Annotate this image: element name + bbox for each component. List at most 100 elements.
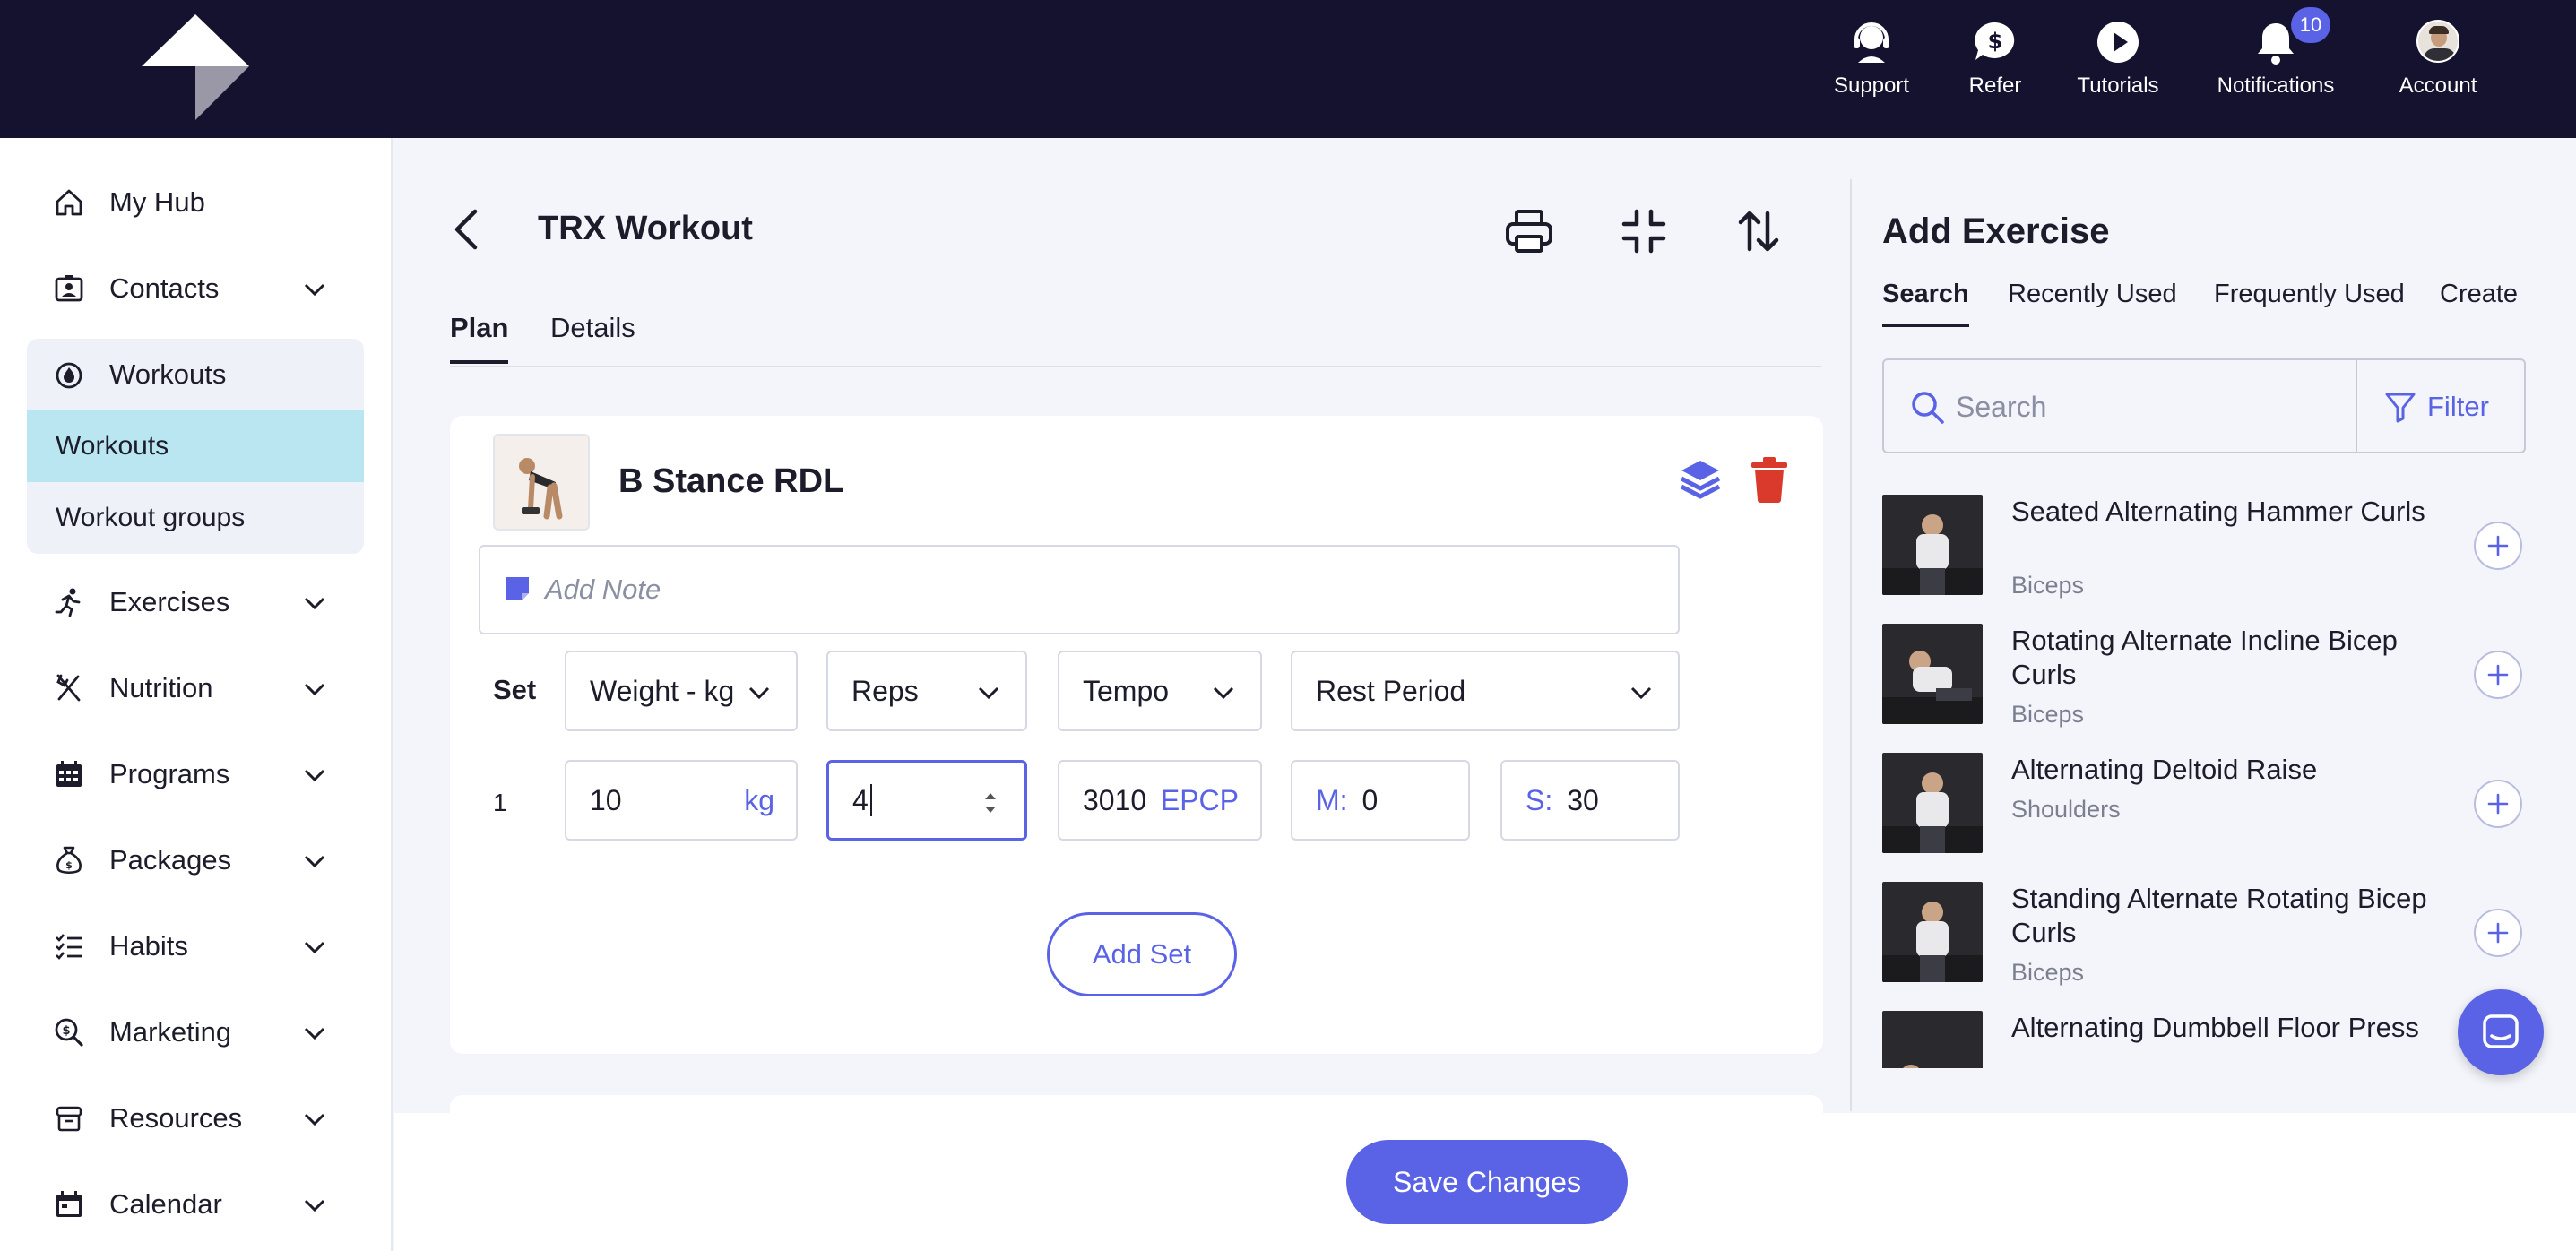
list-item[interactable]: Standing Alternate Rotating Bicep Curls … [1882, 882, 2546, 1011]
sidebar-item-nutrition[interactable]: Nutrition [27, 656, 364, 720]
filter-icon[interactable] [2384, 391, 2416, 423]
trash-icon[interactable] [1748, 455, 1791, 504]
notifications-nav[interactable]: 10 Notifications [2216, 7, 2336, 99]
tempo-select[interactable]: Tempo [1058, 651, 1262, 731]
support-nav[interactable]: Support [1809, 20, 1934, 99]
footer-bar: Save Changes [394, 1113, 2576, 1251]
account-nav[interactable]: Account [2375, 20, 2501, 99]
tutorials-nav[interactable]: Tutorials [2055, 20, 2181, 99]
archive-icon [56, 1106, 82, 1132]
add-exercise-button[interactable] [2474, 651, 2522, 699]
checklist-icon [56, 934, 82, 960]
select-value: Tempo [1083, 674, 1170, 707]
select-value: Weight - kg [590, 674, 735, 707]
weight-unit-select[interactable]: Weight - kg [565, 651, 798, 731]
svg-text:$: $ [62, 1024, 70, 1038]
sidebar-subitem-workouts[interactable]: Workouts [27, 410, 364, 482]
tab-recently-used[interactable]: Recently Used [2008, 280, 2177, 324]
reps-input[interactable]: 4 [826, 760, 1027, 841]
add-exercise-panel: Add Exercise Search Recently Used Freque… [1850, 179, 2576, 1111]
sidebar-item-my-hub[interactable]: My Hub [27, 170, 364, 235]
sidebar-item-workouts[interactable]: Workouts [27, 342, 364, 407]
add-exercise-button[interactable] [2474, 522, 2522, 570]
seconds-label: S: [1526, 783, 1553, 816]
sidebar-item-label: Contacts [109, 272, 220, 304]
tab-frequently-used[interactable]: Frequently Used [2214, 280, 2405, 324]
add-exercise-button[interactable] [2474, 780, 2522, 828]
sidebar-subitem-label: Workouts [56, 431, 169, 461]
print-icon[interactable] [1504, 206, 1554, 256]
list-item[interactable]: Alternating Dumbbell Floor Press [1882, 1011, 2546, 1068]
sidebar-item-programs[interactable]: Programs [27, 742, 364, 807]
exercise-thumbnail [1882, 1011, 1983, 1068]
stepper-arrows-icon[interactable] [980, 786, 1001, 820]
exercise-category: Biceps [2011, 959, 2085, 986]
sidebar-item-calendar[interactable]: Calendar [27, 1172, 364, 1237]
save-changes-button[interactable]: Save Changes [1346, 1140, 1628, 1224]
exercise-thumbnail [1882, 624, 1983, 724]
panel-tabs: Search Recently Used Frequently Used Cre… [1882, 280, 2546, 333]
chevron-down-icon [978, 686, 999, 700]
sidebar-item-label: Habits [109, 930, 188, 962]
tab-create[interactable]: Create [2440, 280, 2518, 324]
plus-icon [2487, 535, 2509, 556]
exercise-title: Standing Alternate Rotating Bicep Curls [2011, 883, 2427, 948]
sidebar-subitem-workout-groups[interactable]: Workout groups [27, 482, 364, 554]
tab-plan[interactable]: Plan [450, 312, 509, 364]
exercise-name: B Stance RDL [618, 462, 844, 500]
rest-period-select[interactable]: Rest Period [1291, 651, 1680, 731]
notifications-badge: 10 [2291, 7, 2330, 43]
page-title: TRX Workout [538, 210, 753, 247]
text-cursor [869, 784, 872, 816]
weight-unit: kg [744, 783, 774, 816]
contacts-icon [55, 275, 83, 302]
note-placeholder: Add Note [545, 574, 661, 605]
svg-text:$: $ [65, 859, 73, 871]
brand-logo[interactable] [142, 14, 249, 120]
exercise-title: Rotating Alternate Incline Bicep Curls [2011, 625, 2398, 690]
collapse-icon[interactable] [1619, 206, 1669, 256]
search-input[interactable]: Search Filter [1882, 358, 2526, 453]
refer-nav[interactable]: $ Refer [1932, 20, 2058, 99]
sidebar: My Hub Contacts Workouts Workouts Workou… [0, 138, 393, 1251]
panel-title: Add Exercise [1882, 211, 2110, 251]
calendar-grid-icon [56, 761, 82, 787]
chevron-down-icon [304, 769, 325, 782]
sidebar-item-label: Marketing [109, 1016, 232, 1048]
sidebar-item-marketing[interactable]: $ Marketing [27, 1000, 364, 1065]
list-item[interactable]: Seated Alternating Hammer Curls Biceps [1882, 495, 2546, 624]
rest-seconds-input[interactable]: S: 30 [1500, 760, 1680, 841]
sort-icon[interactable] [1733, 206, 1784, 256]
add-set-button[interactable]: Add Set [1047, 912, 1237, 996]
sidebar-item-resources[interactable]: Resources [27, 1086, 364, 1151]
sidebar-item-exercises[interactable]: Exercises [27, 570, 364, 634]
add-exercise-button[interactable] [2474, 909, 2522, 957]
back-arrow-icon[interactable] [448, 206, 484, 253]
note-field[interactable]: Add Note [479, 545, 1680, 634]
running-icon [55, 588, 81, 617]
reps-select[interactable]: Reps [826, 651, 1027, 731]
minutes-label: M: [1316, 783, 1348, 816]
plus-icon [2487, 922, 2509, 944]
chevron-down-icon [304, 597, 325, 610]
sidebar-item-habits[interactable]: Habits [27, 914, 364, 979]
rest-minutes-input[interactable]: M: 0 [1291, 760, 1470, 841]
sidebar-item-packages[interactable]: $ Packages [27, 828, 364, 893]
refer-label: Refer [1968, 73, 2022, 98]
chat-button[interactable] [2458, 989, 2544, 1075]
sticky-note-icon [506, 577, 529, 600]
exercise-thumbnail [1882, 882, 1983, 982]
tempo-input[interactable]: 3010 EPCP [1058, 760, 1262, 841]
list-item[interactable]: Rotating Alternate Incline Bicep Curls B… [1882, 624, 2546, 753]
layers-icon[interactable] [1678, 457, 1723, 502]
chat-icon [2483, 1014, 2519, 1048]
filter-button[interactable]: Filter [2427, 391, 2489, 423]
weight-input[interactable]: 10 kg [565, 760, 798, 841]
sidebar-item-contacts[interactable]: Contacts [27, 256, 364, 321]
chevron-down-icon [304, 1199, 325, 1212]
list-item[interactable]: Alternating Deltoid Raise Shoulders [1882, 753, 2546, 882]
select-value: Rest Period [1316, 674, 1466, 707]
tab-search[interactable]: Search [1882, 280, 1969, 327]
chevron-down-icon [748, 686, 770, 700]
tab-details[interactable]: Details [550, 312, 635, 360]
